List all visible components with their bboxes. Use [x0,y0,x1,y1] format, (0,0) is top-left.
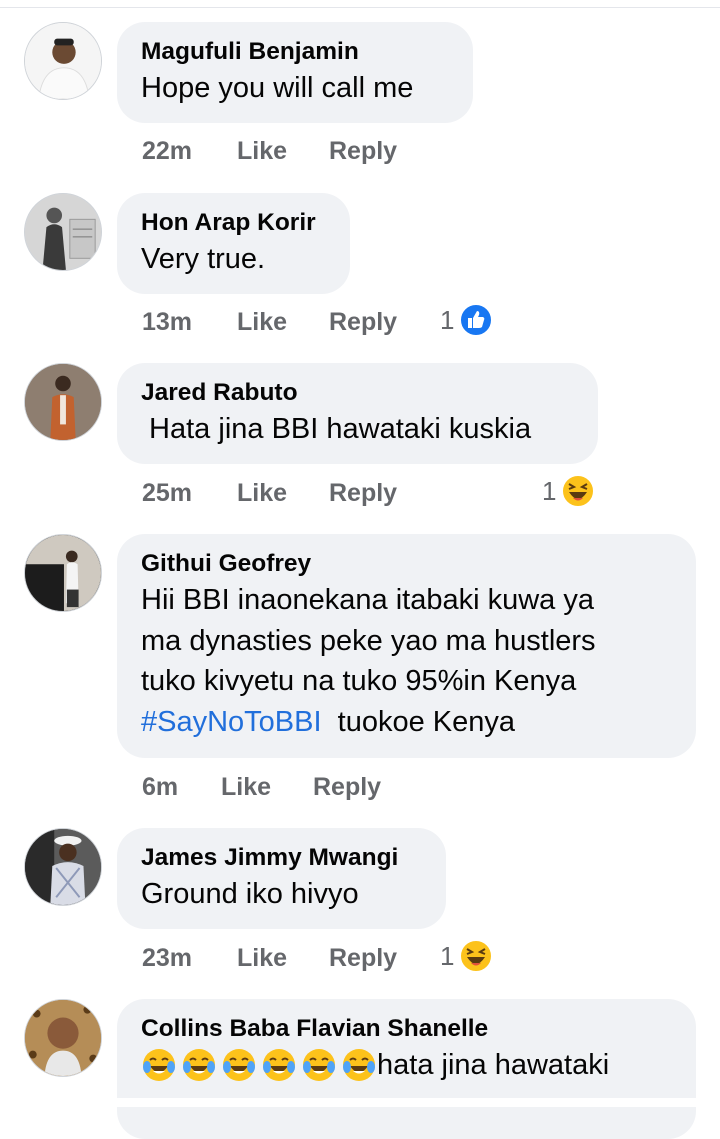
reply-button[interactable]: Reply [329,477,397,509]
comment-text: Very true. [141,243,266,275]
comment-text-line: Hii BBI inaonekana itabaki kuwa ya [141,584,594,616]
avatar[interactable] [24,828,102,906]
avatar[interactable] [24,999,102,1077]
like-button[interactable]: Like [221,771,271,803]
comment-author[interactable]: Hon Arap Korir [141,208,326,238]
like-button[interactable]: Like [237,477,287,509]
reply-button[interactable]: Reply [329,306,397,338]
comment-text: hata jina hawataki [141,1045,672,1086]
reply-button[interactable]: Reply [313,771,381,803]
haha-reaction-icon [459,939,494,973]
comment-text-line: ma dynasties peke yao ma hustlers [141,624,596,657]
reaction-summary[interactable]: 1 [440,303,494,337]
comment-time[interactable]: 25m [142,477,192,509]
comment-text-line: #SayNoToBBI tuokoe Kenya [141,702,672,743]
comment-actions: 6m Like Reply [142,771,442,803]
emoji-sequence [141,1047,381,1083]
tears-of-joy-emoji-icon [343,1049,375,1082]
reaction-count: 1 [440,940,455,971]
comment-bubble[interactable]: Githui Geofrey Hii BBI inaonekana itabak… [117,534,696,758]
comment-bubble[interactable]: Hon Arap Korir Very true. [117,193,350,294]
avatar[interactable] [24,534,102,612]
reply-button[interactable]: Reply [329,942,397,974]
comment-text: Hope you will call me [141,72,414,104]
comment-actions: 22m Like Reply [142,135,442,167]
reaction-count: 1 [440,304,455,335]
tears-of-joy-emoji-icon [263,1049,295,1082]
comment-author[interactable]: Githui Geofrey [141,549,672,579]
tears-of-joy-emoji-icon [183,1049,215,1082]
comment-author[interactable]: Collins Baba Flavian Shanelle [141,1014,672,1044]
comment-text: Hata jina BBI hawataki kuskia [141,413,532,445]
avatar[interactable] [24,193,102,271]
tears-of-joy-emoji-icon [143,1049,175,1082]
comment-text-tail: hata jina hawataki [377,1049,610,1081]
comment-time[interactable]: 13m [142,306,192,338]
like-button[interactable]: Like [237,942,287,974]
comment-author[interactable]: Magufuli Benjamin [141,37,449,67]
comment-bubble[interactable]: Jared Rabuto Hata jina BBI hawataki kusk… [117,363,598,464]
comment-actions: 25m Like Reply [142,477,542,509]
comment-bubble[interactable]: Magufuli Benjamin Hope you will call me [117,22,473,123]
tears-of-joy-emoji-icon [223,1049,255,1082]
avatar[interactable] [24,22,102,100]
viewport-edge [0,1098,720,1107]
reaction-count: 1 [542,475,557,506]
avatar[interactable] [24,363,102,441]
comment-text-tail: tuokoe Kenya [321,705,516,738]
reaction-summary[interactable]: 1 [542,474,596,508]
comment-time[interactable]: 23m [142,942,192,974]
like-reaction-icon [459,303,494,337]
comment-author[interactable]: James Jimmy Mwangi [141,843,422,873]
comment-bubble[interactable]: Collins Baba Flavian Shanelle hata jina … [117,999,696,1139]
comment-time[interactable]: 6m [142,771,178,803]
comment-text-line: tuko kivyetu na tuko 95%in Kenya [141,665,577,697]
haha-reaction-icon [561,474,596,508]
top-divider [0,0,720,8]
like-button[interactable]: Like [237,306,287,338]
comment-text: Ground iko hivyo [141,878,359,910]
reaction-summary[interactable]: 1 [440,939,494,973]
tears-of-joy-emoji-icon [303,1049,335,1082]
like-button[interactable]: Like [237,135,287,167]
comment-bubble[interactable]: James Jimmy Mwangi Ground iko hivyo [117,828,446,929]
reply-button[interactable]: Reply [329,135,397,167]
comment-author[interactable]: Jared Rabuto [141,378,574,408]
comment-time[interactable]: 22m [142,135,192,167]
hashtag-link[interactable]: #SayNoToBBI [141,706,322,738]
